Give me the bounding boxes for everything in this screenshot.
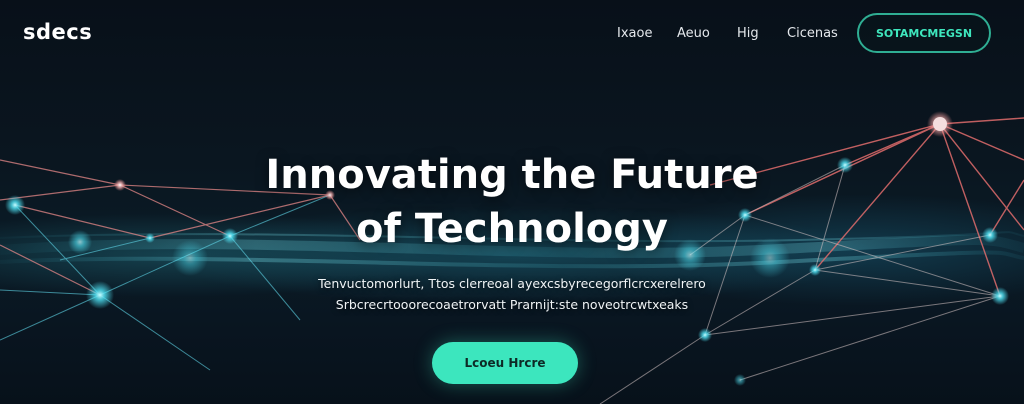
nav-link-3[interactable]: Hig xyxy=(737,26,759,41)
landing-page: sdecs Ixaoe Aeuo Hig Cicenas SOTAMCMEGSN… xyxy=(0,0,1024,404)
header-cta-button[interactable]: SOTAMCMEGSN xyxy=(857,13,991,53)
hero-subtitle: Tenvuctomorlurt, Ttos clerreoal ayexcsby… xyxy=(212,273,812,315)
hero-subtitle-line-2: Srbcrecrtooorecoaetrorvatt Prarnijt:ste … xyxy=(335,297,689,312)
nav-link-1[interactable]: Ixaoe xyxy=(617,26,652,41)
hero-title-line-1: Innovating the Future xyxy=(265,152,759,198)
hero-title-line-2: of Technology xyxy=(356,206,668,252)
hero-cta-button[interactable]: Lcoeu Hrcre xyxy=(432,342,578,384)
nav-link-4[interactable]: Cicenas xyxy=(787,26,838,41)
hero-title: Innovating the Future of Technology xyxy=(162,148,862,256)
nav-link-2[interactable]: Aeuo xyxy=(677,26,710,41)
hero-subtitle-line-1: Tenvuctomorlurt, Ttos clerreoal ayexcsby… xyxy=(318,276,706,291)
